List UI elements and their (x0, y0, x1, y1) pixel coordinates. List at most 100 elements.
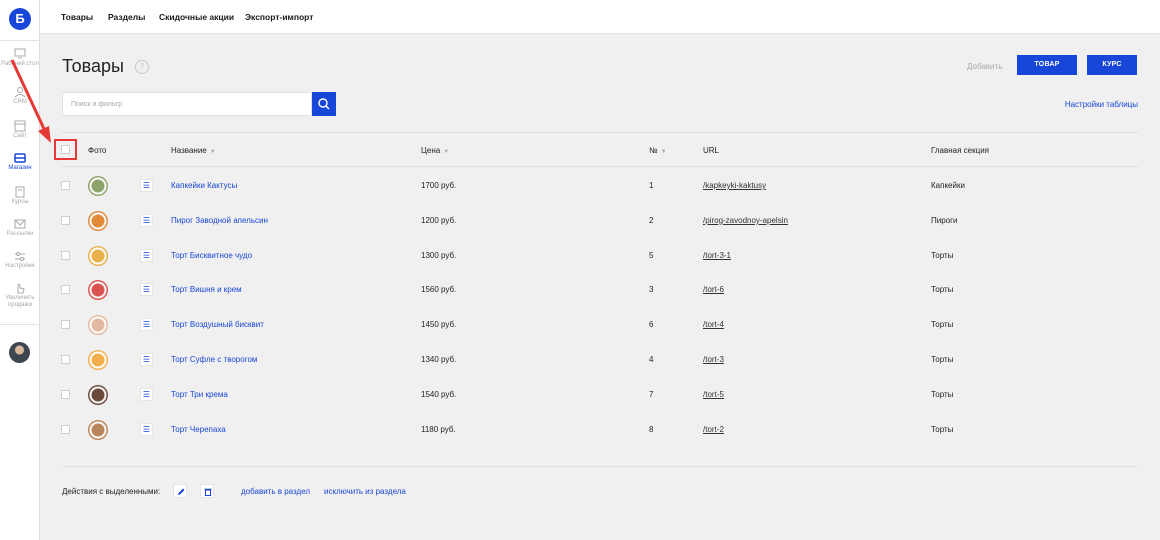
product-price: 1180 руб. (421, 424, 456, 434)
topnav-products[interactable]: Товары (61, 12, 93, 22)
row-checkbox[interactable] (61, 285, 70, 295)
product-price: 1450 руб. (421, 320, 457, 330)
divider (62, 132, 1138, 133)
bulk-delete-button[interactable] (200, 484, 214, 498)
product-thumbnail[interactable] (88, 210, 108, 231)
product-thumbnail[interactable] (88, 280, 108, 301)
product-name-link[interactable]: Торт Бисквитное чудо (171, 251, 252, 260)
table-row: ☰ Торт Воздушный бисквит 1450 руб. 6/tort-4… (0, 308, 1160, 343)
product-thumbnail[interactable] (88, 176, 108, 196)
app-logo[interactable]: Б (9, 8, 31, 30)
product-name-link[interactable]: Торт Суфле с творогом (171, 355, 257, 364)
row-checkbox[interactable] (61, 389, 70, 399)
row-checkbox[interactable] (61, 181, 70, 190)
product-url-link[interactable]: /tort-5 (703, 390, 724, 399)
drag-menu-icon[interactable]: ☰ (140, 179, 153, 192)
search-button[interactable] (312, 92, 336, 116)
topnav-discounts[interactable]: Скидочные акции (159, 12, 234, 22)
product-name-link[interactable]: Торт Черепаха (171, 425, 226, 434)
sidebar-item-site[interactable]: Сайт (0, 120, 40, 140)
table-settings-link[interactable]: Настройки таблицы (1065, 100, 1138, 109)
drag-menu-icon[interactable]: ☰ (140, 422, 153, 436)
product-section: Торты (931, 285, 954, 295)
product-url-link[interactable]: /tort-4 (703, 320, 724, 329)
topnav-sections[interactable]: Разделы (108, 12, 145, 22)
drag-menu-icon[interactable]: ☰ (140, 318, 153, 332)
product-price: 1340 руб. (421, 355, 457, 364)
row-checkbox[interactable] (61, 320, 70, 330)
col-name[interactable]: Название ▼ (171, 146, 216, 155)
drag-menu-icon[interactable]: ☰ (140, 248, 153, 262)
highlight-box (54, 139, 77, 160)
product-name-link[interactable]: Пирог Заводной апельсин (171, 216, 268, 225)
col-num-label: № (649, 146, 658, 155)
product-price: 1560 руб. (421, 285, 457, 295)
monitor-icon (14, 48, 26, 59)
table-row: ☰ Пирог Заводной апельсин 1200 руб. 2/pirog… (0, 204, 1160, 239)
product-section: Пироги (931, 215, 958, 225)
product-number: 6 (649, 320, 654, 330)
col-photo: Фото (88, 146, 107, 155)
drag-menu-icon[interactable]: ☰ (140, 353, 153, 366)
bulk-actions-label: Действия с выделенными: (62, 487, 161, 496)
divider (0, 40, 40, 41)
product-thumbnail[interactable] (88, 245, 108, 266)
product-url-link[interactable]: /tort-3 (703, 355, 724, 364)
sort-arrow-icon: ▼ (443, 149, 450, 155)
product-price: 1700 руб. (421, 181, 457, 190)
drag-menu-icon[interactable]: ☰ (140, 213, 153, 227)
drag-menu-icon[interactable]: ☰ (140, 283, 153, 297)
product-url-link[interactable]: /kapkeyki-kaktusy (703, 181, 766, 190)
product-section: Торты (931, 250, 954, 260)
table-row: ☰ Торт Три крема 1540 руб. 7/tort-5 Торты (0, 378, 1160, 413)
product-price: 1300 руб. (421, 250, 457, 260)
product-number: 2 (649, 215, 654, 225)
product-section: Торты (931, 389, 954, 399)
product-url-link[interactable]: /tort-2 (703, 425, 724, 434)
crm-icon (14, 87, 26, 98)
product-price: 1540 руб. (421, 389, 457, 399)
topnav-export-import[interactable]: Экспорт-импорт (245, 12, 313, 22)
table-row: ☰ Торт Бисквитное чудо 1300 руб. 5/tort-3-1… (0, 239, 1160, 274)
sidebar-item-crm[interactable]: CRM (0, 86, 40, 106)
bulk-edit-button[interactable] (173, 484, 187, 498)
table-row: ☰ Капкейки Кактусы 1700 руб. 1/kapkeyki-kak… (0, 169, 1160, 204)
product-name-link[interactable]: Торт Воздушный бисквит (171, 320, 264, 329)
product-url-link[interactable]: /tort-6 (703, 285, 724, 294)
sort-arrow-icon: ▼ (209, 149, 216, 155)
product-thumbnail[interactable] (88, 384, 108, 405)
divider (62, 466, 1138, 467)
add-course-button[interactable]: КУРС (1087, 55, 1137, 75)
product-section: Капкейки (931, 181, 965, 190)
site-icon (14, 120, 26, 132)
top-nav-bar: Товары Разделы Скидочные акции Экспорт-и… (40, 0, 1160, 34)
sidebar-item-dashboard[interactable]: Рабочий стол (0, 48, 40, 68)
product-price: 1200 руб. (421, 215, 457, 225)
product-url-link[interactable]: /pirog-zavodnoy-apelsin (703, 216, 788, 225)
search-input[interactable] (63, 93, 311, 115)
add-to-section-link[interactable]: добавить в раздел (241, 487, 310, 496)
row-checkbox[interactable] (61, 215, 70, 225)
help-icon[interactable]: ? (135, 60, 149, 74)
row-checkbox[interactable] (61, 424, 70, 434)
row-checkbox[interactable] (61, 250, 70, 260)
remove-from-section-link[interactable]: исключить из раздела (324, 487, 406, 496)
product-url-link[interactable]: /tort-3-1 (703, 251, 731, 260)
product-thumbnail[interactable] (88, 315, 108, 336)
product-name-link[interactable]: Торт Вишня и крем (171, 285, 242, 294)
col-num[interactable]: № ▼ (649, 146, 667, 155)
search-box (62, 92, 312, 116)
page-title: Товары (62, 56, 124, 76)
sidebar-item-label: CRM (13, 99, 27, 105)
add-product-button[interactable]: ТОВАР (1017, 55, 1077, 75)
row-checkbox[interactable] (61, 355, 70, 364)
trash-icon (204, 488, 212, 496)
product-thumbnail[interactable] (88, 350, 108, 370)
product-name-link[interactable]: Капкейки Кактусы (171, 181, 237, 190)
product-name-link[interactable]: Торт Три крема (171, 390, 228, 399)
drag-menu-icon[interactable]: ☰ (140, 387, 153, 401)
product-thumbnail[interactable] (88, 419, 108, 440)
col-price[interactable]: Цена ▼ (421, 146, 449, 155)
product-section: Торты (931, 320, 954, 330)
product-section: Торты (931, 424, 954, 434)
